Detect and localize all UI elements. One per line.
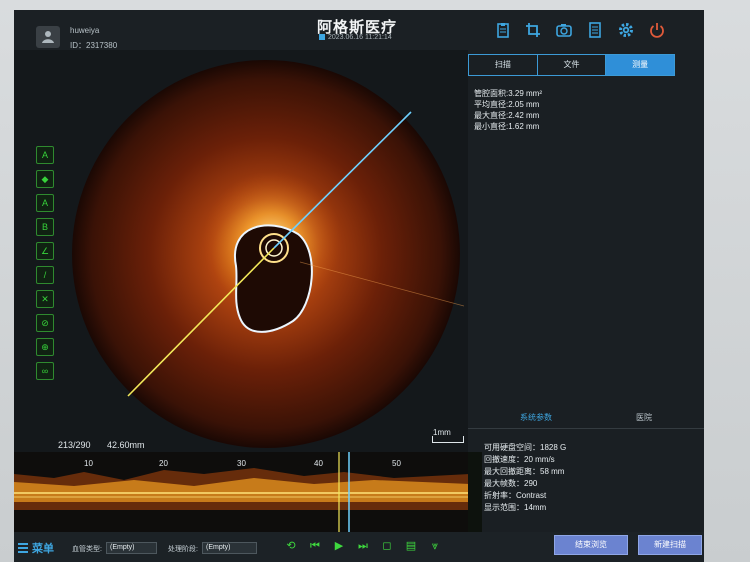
angle-tool[interactable]: ∠ xyxy=(36,242,54,260)
document-icon[interactable] xyxy=(587,22,603,38)
layer-icon[interactable]: ▤ xyxy=(404,539,418,553)
bottom-bar: 菜单 血管类型: (Empty) 处理阶段: (Empty) ⟲ ⏮ ▶ ⏭ ◻… xyxy=(14,532,704,562)
min-diameter: 最小直径:1.62 mm xyxy=(474,122,540,131)
end-browse-button[interactable]: 结束浏览 xyxy=(554,535,628,555)
lview-tick-40: 40 xyxy=(314,459,323,468)
previous-icon[interactable]: ⏮ xyxy=(308,539,322,553)
next-icon[interactable]: ⏭ xyxy=(356,539,370,553)
tab-measure[interactable]: 测量 xyxy=(606,55,675,75)
lview-tick-30: 30 xyxy=(237,459,246,468)
tab-system-params[interactable]: 系统参数 xyxy=(520,412,552,423)
delete-tool[interactable]: ✕ xyxy=(36,290,54,308)
gear-icon[interactable] xyxy=(618,22,634,38)
measurement-toolbar: A ◆ A B ∠ / ✕ ⊘ ⊕ ∞ xyxy=(36,146,54,386)
stage-field[interactable]: (Empty) xyxy=(202,542,257,554)
vessel-type-label: 血管类型: xyxy=(72,546,102,553)
param-refractive-index: 折射率：Contrast xyxy=(484,491,547,500)
lview-tick-50: 50 xyxy=(392,459,401,468)
stage-label: 处理阶段: xyxy=(168,546,198,553)
link-tool[interactable]: ∞ xyxy=(36,362,54,380)
mode-tabs: 扫描 文件 测量 xyxy=(468,54,675,76)
lview-side-controls[interactable] xyxy=(468,452,482,532)
play-icon[interactable]: ▶ xyxy=(332,539,346,553)
area-measure-tool[interactable]: A xyxy=(36,146,54,164)
max-diameter: 最大直径:2.42 mm xyxy=(474,111,540,120)
menu-label: 菜单 xyxy=(32,543,54,555)
right-panel: 扫描 文件 测量 管腔面积:3.29 mm² 平均直径:2.05 mm 最大直径… xyxy=(468,50,704,540)
param-disk-space: 可用硬盘空间：1828 G xyxy=(484,443,567,452)
scale-bar xyxy=(432,436,464,443)
box-view-icon[interactable]: ◻ xyxy=(380,539,394,553)
frame-counter: 213/290 xyxy=(58,440,91,450)
lview-tick-10: 10 xyxy=(84,459,93,468)
param-max-pullback: 最大回撤距离：58 mm xyxy=(484,467,565,476)
user-icon xyxy=(42,31,54,43)
mean-diameter: 平均直径:2.05 mm xyxy=(474,100,540,109)
menu-icon xyxy=(18,543,28,553)
param-pullback-speed: 回撤速度：20 mm/s xyxy=(484,455,555,464)
oct-cross-section[interactable] xyxy=(68,56,464,452)
segment-tool[interactable]: B xyxy=(36,218,54,236)
crop-icon[interactable] xyxy=(525,22,541,38)
system-params: 可用硬盘空间：1828 G 回撤速度：20 mm/s 最大回撤距离：58 mm … xyxy=(484,442,566,514)
user-id: ID：2317380 xyxy=(70,41,118,50)
param-max-frames: 最大帧数：290 xyxy=(484,479,538,488)
point-distance-tool[interactable]: A xyxy=(36,194,54,212)
user-name: huweiya xyxy=(70,26,100,35)
tab-scan[interactable]: 扫描 xyxy=(469,55,538,75)
clipboard-icon[interactable] xyxy=(495,22,511,38)
param-display-range: 显示范围：14mm xyxy=(484,503,547,512)
app-screen: huweiya ID：2317380 阿格斯医疗 2023.06.16 11:2… xyxy=(14,10,704,562)
wave-icon[interactable]: ⩔ xyxy=(428,539,442,553)
info-tabs: 系统参数 医院 xyxy=(468,406,704,429)
menu-button[interactable]: 菜单 xyxy=(18,540,54,556)
tab-hospital[interactable]: 医院 xyxy=(636,412,652,423)
power-icon[interactable] xyxy=(649,22,665,38)
vessel-type-field[interactable]: (Empty) xyxy=(106,542,157,554)
tab-files[interactable]: 文件 xyxy=(538,55,607,75)
replay-icon[interactable]: ⟲ xyxy=(284,539,298,553)
lumen-area: 管腔面积:3.29 mm² xyxy=(474,89,543,98)
new-scan-button[interactable]: 新建扫描 xyxy=(638,535,702,555)
measurement-results: 管腔面积:3.29 mm² 平均直径:2.05 mm 最大直径:2.42 mm … xyxy=(474,88,542,132)
lview-tick-20: 20 xyxy=(159,459,168,468)
hide-tool[interactable]: ⊘ xyxy=(36,314,54,332)
line-tool[interactable]: / xyxy=(36,266,54,284)
avatar[interactable] xyxy=(36,26,60,48)
zoom-tool[interactable]: ⊕ xyxy=(36,338,54,356)
auto-contour-tool[interactable]: ◆ xyxy=(36,170,54,188)
datetime: 2023.06.16 11:21:14 xyxy=(319,34,392,41)
calendar-icon xyxy=(319,34,325,41)
header-bar: huweiya ID：2317380 阿格斯医疗 2023.06.16 11:2… xyxy=(14,10,704,50)
camera-icon[interactable] xyxy=(556,22,572,38)
pullback-position: 42.60mm xyxy=(107,440,145,450)
datetime-text: 2023.06.16 11:21:14 xyxy=(328,34,392,41)
